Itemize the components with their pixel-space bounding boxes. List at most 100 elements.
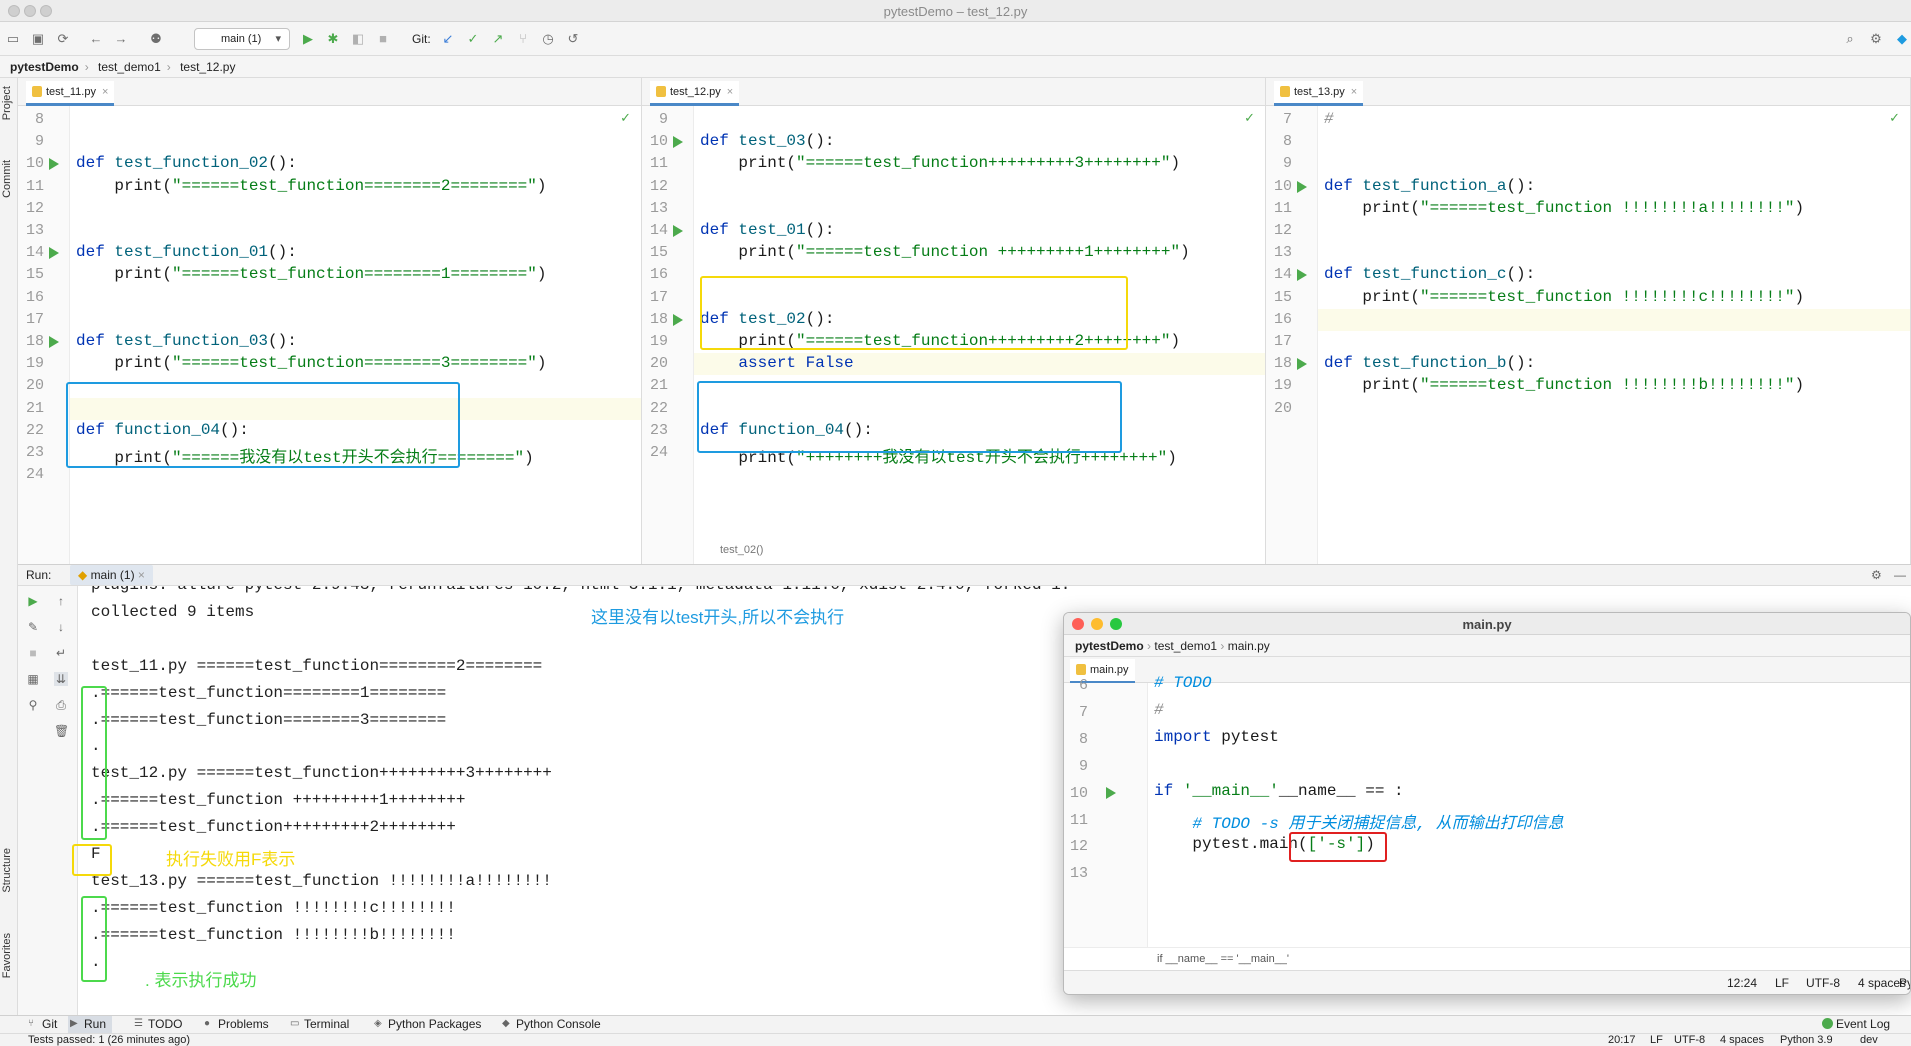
- caret-position[interactable]: 12:24: [1727, 971, 1757, 994]
- git-update-icon[interactable]: ↙: [440, 31, 456, 47]
- code-line[interactable]: if '__main__'__name__ == :: [1154, 782, 1404, 800]
- code-line[interactable]: print("======test_function+++++++++3++++…: [700, 154, 1180, 172]
- code-line[interactable]: #: [1154, 701, 1164, 719]
- git-branch[interactable]: dev: [1860, 1034, 1878, 1046]
- code-line[interactable]: print("======test_function +++++++++1+++…: [700, 243, 1189, 261]
- breadcrumb-folder[interactable]: test_demo1: [1154, 639, 1217, 653]
- run-config-select[interactable]: main (1) ▾: [194, 28, 290, 50]
- rerun-icon[interactable]: ▶: [26, 594, 40, 608]
- code-line[interactable]: def test_function_c():: [1324, 265, 1535, 283]
- code-line[interactable]: print("======test_function========2=====…: [76, 177, 546, 195]
- run-icon[interactable]: ▶: [300, 31, 316, 47]
- bottom-tab-problems[interactable]: ● Problems: [202, 1016, 269, 1034]
- indent-setting[interactable]: 4 spaces: [1720, 1034, 1764, 1046]
- minimize-icon[interactable]: —: [1894, 565, 1906, 585]
- wrench-icon[interactable]: ✎: [26, 620, 40, 634]
- user-icon[interactable]: ⚉: [148, 31, 164, 47]
- rollback-icon[interactable]: ↺: [565, 31, 581, 47]
- save-icon[interactable]: ▣: [30, 31, 46, 47]
- gear-icon[interactable]: ⚙: [1868, 31, 1884, 47]
- python-interpreter[interactable]: Python 3.9: [1780, 1034, 1833, 1046]
- event-log-button[interactable]: Event Log: [1820, 1016, 1890, 1033]
- stop-icon[interactable]: ■: [375, 31, 391, 47]
- code-line[interactable]: print("======test_function========1=====…: [76, 265, 546, 283]
- code-line[interactable]: def test_function_b():: [1324, 354, 1535, 372]
- breadcrumb-file[interactable]: main.py: [1228, 639, 1270, 653]
- bottom-tab-git[interactable]: ⑂ Git: [26, 1016, 57, 1034]
- scroll-to-end-icon[interactable]: ⇊: [54, 672, 68, 686]
- breadcrumb-project[interactable]: pytestDemo: [1075, 639, 1144, 653]
- down-arrow-icon[interactable]: ↓: [54, 620, 68, 634]
- soft-wrap-icon[interactable]: ↵: [54, 646, 68, 660]
- structure-tool-tab[interactable]: Structure: [1, 848, 13, 893]
- up-arrow-icon[interactable]: ↑: [54, 594, 68, 608]
- code-line[interactable]: def test_function_01():: [76, 243, 297, 261]
- layout-icon[interactable]: ▦: [26, 672, 40, 686]
- run-tab[interactable]: ◆ main (1) ×: [70, 565, 153, 585]
- git-merge-icon[interactable]: ⑂: [515, 31, 531, 47]
- code-line[interactable]: def test_01():: [700, 221, 834, 239]
- code-line[interactable]: # TODO: [1154, 674, 1212, 692]
- code-line[interactable]: import pytest: [1154, 728, 1279, 746]
- open-folder-icon[interactable]: ▭: [5, 31, 21, 47]
- ide-logo-icon[interactable]: ◆: [1894, 31, 1910, 47]
- line-separator[interactable]: LF: [1650, 1034, 1663, 1046]
- run-test-icon[interactable]: [673, 313, 683, 326]
- code-line[interactable]: def test_03():: [700, 132, 834, 150]
- git-commit-icon[interactable]: ✓: [465, 31, 481, 47]
- run-test-icon[interactable]: [1297, 269, 1307, 282]
- run-test-icon[interactable]: [1297, 358, 1307, 371]
- trash-icon[interactable]: 🗑: [54, 724, 69, 738]
- code-line[interactable]: assert False: [700, 354, 853, 372]
- status-message[interactable]: Tests passed: 1 (26 minutes ago): [28, 1034, 190, 1046]
- code-line[interactable]: # TODO -s 用于关闭捕捉信息, 从而输出打印信息: [1154, 809, 1563, 833]
- run-test-icon[interactable]: [673, 136, 683, 149]
- commit-tool-tab[interactable]: Commit: [1, 160, 13, 198]
- pin-icon[interactable]: ⚲: [26, 698, 40, 712]
- tab-test_11-py[interactable]: test_11.py ×: [26, 81, 115, 106]
- code-line[interactable]: def test_function_03():: [76, 332, 297, 350]
- code-breadcrumb[interactable]: test_02(): [720, 544, 763, 556]
- code-line[interactable]: def test_function_02():: [76, 154, 297, 172]
- run-test-icon[interactable]: [49, 247, 59, 260]
- gear-icon[interactable]: ⚙: [1871, 565, 1882, 585]
- favorites-tool-tab[interactable]: Favorites: [1, 933, 13, 978]
- code-line[interactable]: print("======test_function !!!!!!!!b!!!!…: [1324, 376, 1804, 394]
- run-test-icon[interactable]: [1297, 180, 1307, 193]
- breadcrumb-project[interactable]: pytestDemo: [10, 60, 79, 74]
- code-line[interactable]: print("======test_function !!!!!!!!c!!!!…: [1324, 288, 1804, 306]
- close-icon[interactable]: ×: [138, 568, 145, 582]
- bottom-tab-python-packages[interactable]: ◈ Python Packages: [372, 1016, 481, 1034]
- bottom-tab-python-console[interactable]: ◆ Python Console: [500, 1016, 601, 1034]
- code-line[interactable]: #: [1324, 110, 1334, 128]
- bottom-tab-terminal[interactable]: ▭ Terminal: [288, 1016, 349, 1034]
- print-icon[interactable]: ⎙: [54, 698, 68, 712]
- close-icon[interactable]: ×: [102, 86, 108, 98]
- line-separator[interactable]: LF: [1775, 971, 1789, 994]
- code-line[interactable]: def test_function_a():: [1324, 177, 1535, 195]
- close-icon[interactable]: ×: [1351, 86, 1357, 98]
- sync-icon[interactable]: ⟳: [55, 31, 71, 47]
- tab-test_13-py[interactable]: test_13.py ×: [1274, 81, 1364, 106]
- run-console-output[interactable]: plugins: allure-pytest-2.9.43, rerunfail…: [78, 586, 1068, 1015]
- breadcrumb-folder[interactable]: test_demo1: [98, 60, 161, 74]
- run-test-icon[interactable]: [49, 158, 59, 171]
- git-push-icon[interactable]: ↗: [490, 31, 506, 47]
- forward-arrow-icon[interactable]: →: [113, 31, 129, 47]
- file-encoding[interactable]: UTF-8: [1674, 1034, 1705, 1046]
- file-encoding[interactable]: UTF-8: [1806, 971, 1840, 994]
- history-icon[interactable]: ◷: [540, 31, 556, 47]
- close-icon[interactable]: ×: [727, 86, 733, 98]
- breadcrumb-file[interactable]: test_12.py: [180, 60, 235, 74]
- bottom-tab-run[interactable]: ▶ Run: [68, 1016, 113, 1034]
- back-arrow-icon[interactable]: ←: [88, 31, 104, 47]
- debug-icon[interactable]: ✱: [325, 31, 341, 47]
- search-icon[interactable]: ⌕: [1842, 31, 1858, 47]
- caret-position[interactable]: 20:17: [1608, 1034, 1636, 1046]
- code-breadcrumb[interactable]: if __name__ == '__main__': [1064, 947, 1910, 970]
- run-main-icon[interactable]: [1106, 786, 1116, 799]
- bottom-tab-todo[interactable]: ☰ TODO: [132, 1016, 182, 1034]
- run-test-icon[interactable]: [673, 224, 683, 237]
- project-tool-tab[interactable]: Project: [1, 86, 13, 120]
- code-line[interactable]: print("======test_function !!!!!!!!a!!!!…: [1324, 199, 1804, 217]
